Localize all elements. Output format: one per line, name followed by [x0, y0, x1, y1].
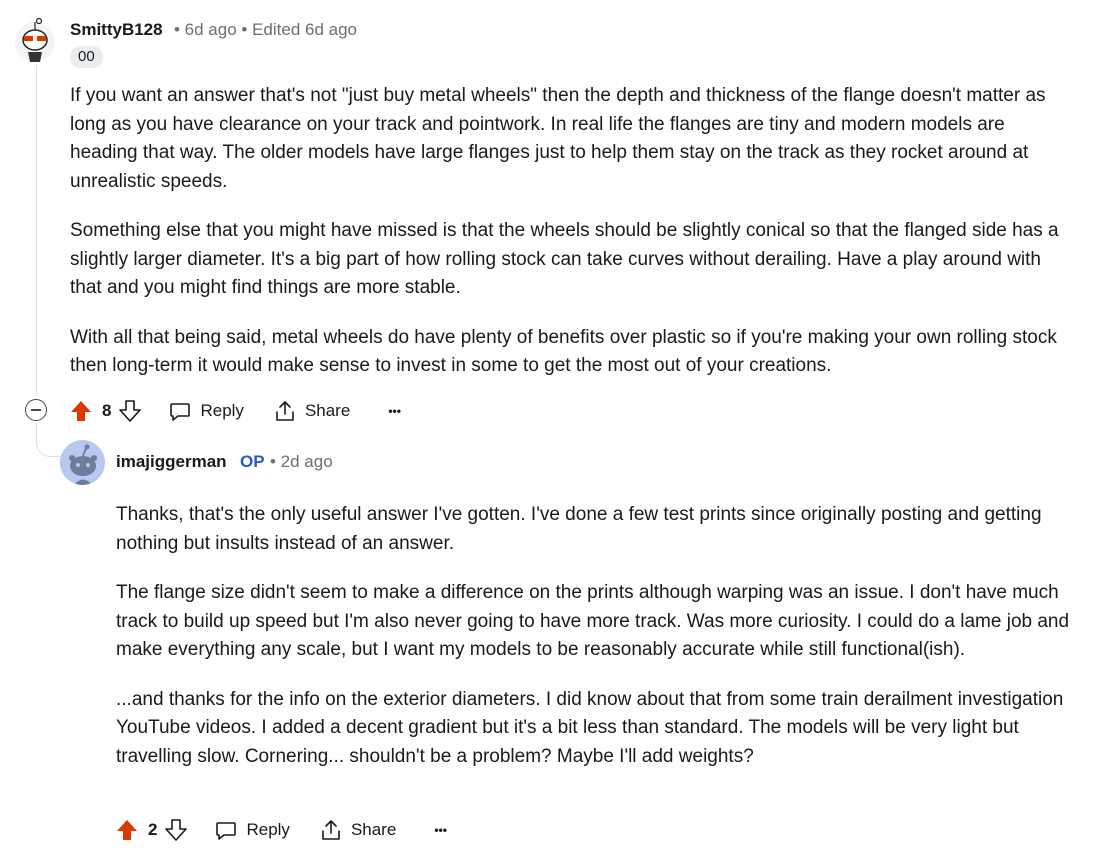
share-button[interactable]: Share — [274, 400, 350, 422]
reply-button[interactable]: Reply — [169, 400, 244, 422]
reply-action-bar: 2 Reply Share ••• — [116, 817, 447, 843]
vote-count: 8 — [102, 401, 112, 420]
comment-icon — [170, 403, 191, 421]
upvote-icon[interactable] — [70, 400, 92, 422]
comment-author[interactable]: SmittyB128 — [70, 20, 163, 40]
downvote-icon[interactable] — [165, 819, 188, 841]
reply-meta: • 2d ago — [270, 452, 333, 471]
op-badge-label: OP — [240, 452, 265, 471]
comment-body: If you want an answer that's not "just b… — [70, 82, 1070, 402]
reply-author[interactable]: imajiggerman — [116, 452, 227, 472]
comment-meta: • 6d ago • Edited 6d ago — [174, 20, 357, 39]
avatar[interactable] — [60, 440, 105, 485]
reply-paragraph: The flange size didn't seem to make a di… — [116, 582, 1070, 660]
downvote-icon[interactable] — [119, 400, 142, 422]
comment-paragraph: If you want an answer that's not "just b… — [70, 85, 1046, 192]
share-button[interactable]: Share — [320, 819, 396, 841]
reply-body: Thanks, that's the only useful answer I'… — [116, 501, 1076, 792]
share-icon — [276, 401, 294, 421]
comment-paragraph: With all that being said, metal wheels d… — [70, 326, 1057, 377]
comment-paragraph: Something else that you might have misse… — [70, 220, 1059, 298]
op-badge: OP — [240, 452, 265, 472]
comment-icon — [216, 822, 237, 840]
more-options-icon[interactable]: ••• — [434, 823, 447, 837]
upvote-icon[interactable] — [116, 819, 138, 841]
collapse-thread-button[interactable] — [25, 399, 47, 421]
share-label: Share — [350, 820, 397, 839]
share-icon — [322, 820, 340, 840]
more-options-icon[interactable]: ••• — [388, 404, 401, 418]
vote-count: 2 — [148, 820, 158, 839]
comment-action-bar: 8 Reply Share ••• — [70, 398, 401, 424]
reply-paragraph: ...and thanks for the info on the exteri… — [116, 688, 1064, 767]
reply-button[interactable]: Reply — [215, 819, 290, 841]
reply-label: Reply — [246, 820, 290, 839]
user-flair: 00 — [70, 46, 103, 68]
avatar[interactable] — [12, 14, 58, 64]
share-label: Share — [304, 401, 351, 420]
thread-connector — [36, 422, 61, 457]
thread-line — [36, 66, 37, 396]
reply-label: Reply — [200, 401, 244, 420]
reply-paragraph: Thanks, that's the only useful answer I'… — [116, 504, 1042, 554]
